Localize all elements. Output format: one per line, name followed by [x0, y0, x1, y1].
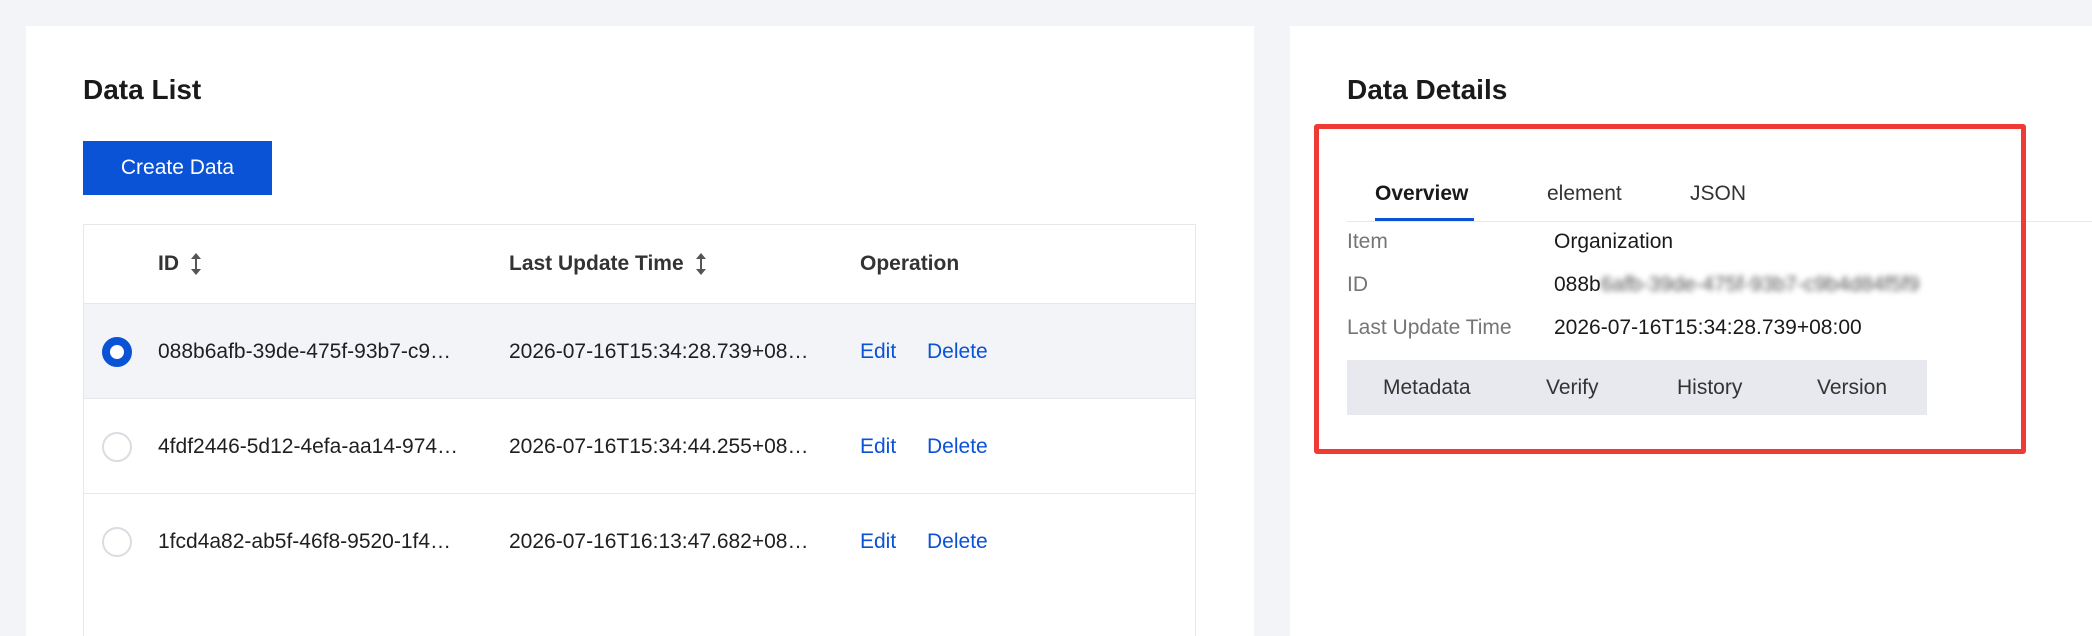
column-header-operation-label: Operation — [860, 252, 960, 275]
row-id: 1fcd4a82-ab5f-46f8-9520-1f4… — [158, 529, 452, 553]
edit-link[interactable]: Edit — [860, 399, 896, 494]
row-id: 4fdf2446-5d12-4efa-aa14-974… — [158, 434, 459, 458]
tab-element[interactable]: element — [1547, 182, 1622, 206]
data-table: ID Last Update Time Operation 088b6afb-3… — [83, 224, 1196, 636]
data-list-panel: Data List Create Data ID Last Update Tim… — [26, 26, 1254, 636]
delete-link[interactable]: Delete — [927, 304, 988, 399]
active-tab-indicator — [1375, 218, 1474, 221]
field-item-value: Organization — [1554, 230, 1674, 253]
row-radio[interactable] — [102, 337, 132, 367]
field-id-value-visible: 088b — [1554, 273, 1601, 296]
table-row[interactable]: 4fdf2446-5d12-4efa-aa14-974… 2026-07-16T… — [84, 399, 1195, 494]
row-id: 088b6afb-39de-475f-93b7-c9… — [158, 339, 452, 363]
field-id-label: ID — [1347, 273, 1368, 296]
details-actions: Metadata Verify History Version — [1347, 360, 1927, 415]
sort-icon[interactable] — [191, 253, 201, 275]
data-details-panel: Data Details Overview element JSON Item … — [1290, 26, 2092, 636]
tab-overview[interactable]: Overview — [1375, 182, 1468, 206]
history-button[interactable]: History — [1677, 376, 1742, 400]
row-updated: 2026-07-16T16:13:47.682+08… — [509, 529, 809, 553]
field-item-label: Item — [1347, 230, 1388, 253]
delete-link[interactable]: Delete — [927, 494, 988, 589]
column-header-id[interactable]: ID — [158, 252, 201, 276]
create-data-button[interactable]: Create Data — [83, 141, 272, 195]
version-button[interactable]: Version — [1817, 376, 1887, 400]
table-header: ID Last Update Time Operation — [84, 225, 1195, 304]
row-updated: 2026-07-16T15:34:44.255+08… — [509, 434, 809, 458]
data-list-title: Data List — [83, 74, 202, 105]
column-header-updated-label: Last Update Time — [509, 252, 684, 275]
field-updated-label: Last Update Time — [1347, 316, 1512, 339]
row-updated: 2026-07-16T15:34:28.739+08… — [509, 339, 809, 363]
field-id-value-blurred: 6afb-39de-475f-93b7-c9b4d84f5f9 — [1600, 273, 1920, 296]
data-details-title: Data Details — [1347, 74, 1508, 105]
metadata-button[interactable]: Metadata — [1383, 376, 1471, 400]
column-header-updated[interactable]: Last Update Time — [509, 252, 706, 276]
edit-link[interactable]: Edit — [860, 304, 896, 399]
column-header-id-label: ID — [158, 252, 179, 275]
edit-link[interactable]: Edit — [860, 494, 896, 589]
column-header-operation: Operation — [860, 252, 959, 276]
details-tabs: Overview element JSON — [1347, 154, 2092, 222]
field-updated-value: 2026-07-16T15:34:28.739+08:00 — [1554, 316, 1862, 339]
table-row[interactable]: 088b6afb-39de-475f-93b7-c9… 2026-07-16T1… — [84, 304, 1195, 399]
row-radio[interactable] — [102, 527, 132, 557]
field-id-value: 088b6afb-39de-475f-93b7-c9b4d84f5f9 — [1554, 273, 1919, 297]
verify-button[interactable]: Verify — [1546, 376, 1599, 400]
row-radio[interactable] — [102, 432, 132, 462]
tab-json[interactable]: JSON — [1690, 182, 1746, 206]
table-row[interactable]: 1fcd4a82-ab5f-46f8-9520-1f4… 2026-07-16T… — [84, 494, 1195, 589]
sort-icon[interactable] — [695, 253, 706, 275]
delete-link[interactable]: Delete — [927, 399, 988, 494]
